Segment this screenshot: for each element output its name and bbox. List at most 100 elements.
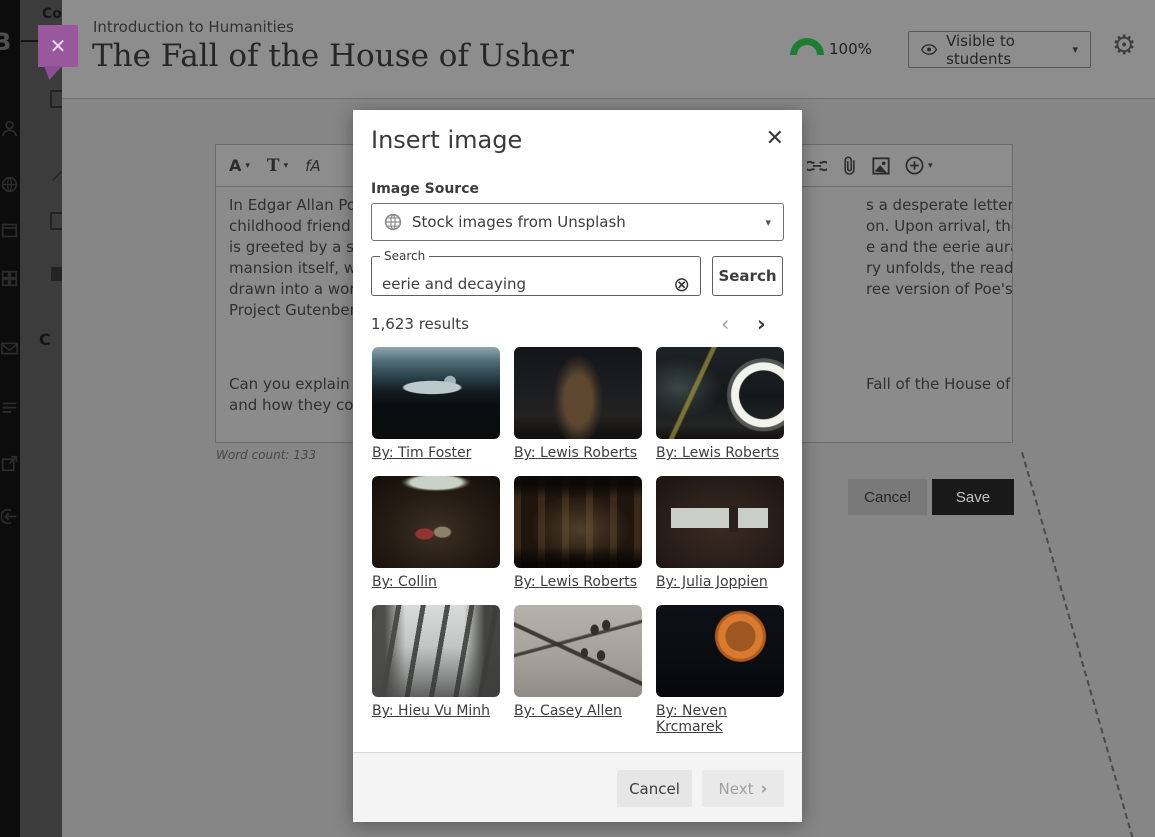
organizations-icon[interactable] — [1, 270, 18, 287]
stock-image-thumbnail[interactable] — [372, 347, 500, 439]
search-field-label: Search — [380, 249, 429, 263]
tour-close-button[interactable]: ✕ — [38, 25, 78, 67]
editor-save-button[interactable]: Save — [932, 479, 1014, 515]
external-tools-icon[interactable] — [1, 455, 18, 472]
search-input[interactable] — [382, 275, 652, 293]
stock-image-thumbnail[interactable] — [656, 605, 784, 697]
document-icon — [50, 90, 62, 108]
attribution-link[interactable]: By: Casey Allen — [514, 703, 622, 719]
font-icon: T — [267, 156, 280, 176]
image-source-select[interactable]: Stock images from Unsplash ▾ — [371, 203, 784, 241]
text-style-button[interactable]: A▾ — [229, 156, 250, 175]
globe-icon — [384, 213, 402, 231]
image-result: By: Neven Krcmarek — [656, 605, 784, 721]
completion-percent: 100% — [829, 40, 872, 58]
chevron-down-icon: ▾ — [928, 161, 933, 171]
insert-image-icon[interactable] — [872, 157, 890, 175]
pen-icon — [50, 168, 62, 182]
chevron-down-icon: ▾ — [1072, 43, 1078, 56]
attribution-link[interactable]: By: Lewis Roberts — [656, 445, 779, 461]
gear-icon[interactable]: ⚙ — [1112, 30, 1136, 61]
modal-cancel-button[interactable]: Cancel — [617, 770, 692, 807]
font-size-icon: fA — [305, 157, 321, 175]
modal-footer: Cancel Next › — [353, 752, 802, 822]
attribution-link[interactable]: By: Lewis Roberts — [514, 445, 637, 461]
link-icon[interactable] — [807, 159, 827, 173]
stock-image-thumbnail[interactable] — [514, 476, 642, 568]
attribution-link[interactable]: By: Neven Krcmarek — [656, 703, 784, 735]
word-count: Word count: 133 — [216, 448, 316, 462]
panel-heading-fragment: C — [39, 330, 51, 349]
image-result: By: Lewis Roberts — [656, 347, 784, 463]
editor-paragraph1-right[interactable]: s a desperate letter from hison. Upon ar… — [866, 195, 1012, 300]
editor-cancel-button[interactable]: Cancel — [848, 479, 927, 515]
page-title: The Fall of the House of Usher — [92, 38, 574, 74]
modal-next-button[interactable]: Next › — [702, 770, 784, 807]
globe-icon[interactable] — [1, 176, 18, 193]
sign-out-icon[interactable] — [1, 508, 18, 525]
font-size-button[interactable]: fA — [305, 157, 321, 175]
breadcrumb[interactable]: Introduction to Humanities — [93, 18, 294, 36]
clear-search-icon[interactable]: ⊗ — [673, 274, 690, 294]
close-icon[interactable]: ✕ — [766, 128, 784, 150]
chevron-down-icon: ▾ — [765, 216, 771, 229]
document-icon — [50, 212, 62, 230]
visibility-label: Visible to students — [946, 32, 1063, 68]
next-page-icon[interactable]: › — [757, 312, 766, 336]
results-count: 1,623 results — [371, 315, 469, 333]
flag-icon — [50, 266, 62, 282]
tour-pointer-line — [21, 40, 38, 42]
editor-paragraph2-right[interactable]: Fall of the House of Usher" — [866, 374, 1012, 395]
attachment-icon[interactable] — [842, 156, 857, 175]
image-results-grid: By: Tim Foster By: Lewis Roberts By: Lew… — [372, 347, 784, 721]
image-result: By: Julia Joppien — [656, 476, 784, 592]
attribution-link[interactable]: By: Lewis Roberts — [514, 574, 637, 590]
decorative-dotted-line — [1021, 452, 1133, 837]
chevron-right-icon: › — [760, 779, 767, 799]
eye-icon — [921, 43, 937, 56]
text-style-icon: A — [229, 156, 241, 175]
app-navigation-rail: B — [0, 0, 20, 837]
search-button[interactable]: Search — [712, 256, 783, 296]
attribution-link[interactable]: By: Tim Foster — [372, 445, 471, 461]
course-panel-edge: Co C — [20, 0, 62, 837]
editor-paragraph1-left[interactable]: In Edgar Allan Poe'schildhood friend Roi… — [229, 195, 356, 321]
image-result: By: Tim Foster — [372, 347, 500, 463]
stock-image-thumbnail[interactable] — [656, 347, 784, 439]
activity-stream-icon[interactable] — [1, 400, 18, 417]
completion-gauge — [790, 38, 824, 55]
image-result: By: Collin — [372, 476, 500, 592]
attribution-link[interactable]: By: Julia Joppien — [656, 574, 768, 590]
image-result: By: Hieu Vu Minh — [372, 605, 500, 721]
image-source-value: Stock images from Unsplash — [412, 213, 626, 231]
messages-icon[interactable] — [1, 340, 18, 357]
image-result: By: Lewis Roberts — [514, 476, 642, 592]
next-button-label: Next — [719, 780, 754, 798]
plus-circle-icon — [905, 156, 924, 175]
stock-image-thumbnail[interactable] — [372, 605, 500, 697]
profile-icon[interactable] — [1, 120, 18, 137]
blackboard-logo: B — [0, 28, 11, 56]
close-icon: ✕ — [50, 34, 67, 58]
chevron-down-icon: ▾ — [245, 161, 250, 171]
insert-content-button[interactable]: ▾ — [905, 156, 933, 175]
stock-image-thumbnail[interactable] — [656, 476, 784, 568]
courses-icon[interactable] — [1, 222, 18, 239]
insert-image-modal: Insert image ✕ Image Source Stock images… — [353, 110, 802, 822]
page-header: Introduction to Humanities The Fall of t… — [62, 0, 1155, 99]
modal-title: Insert image — [371, 126, 522, 154]
stock-image-thumbnail[interactable] — [372, 476, 500, 568]
stock-image-thumbnail[interactable] — [514, 605, 642, 697]
image-result: By: Lewis Roberts — [514, 347, 642, 463]
attribution-link[interactable]: By: Collin — [372, 574, 437, 590]
visibility-dropdown[interactable]: Visible to students ▾ — [908, 31, 1091, 68]
image-result: By: Casey Allen — [514, 605, 642, 721]
attribution-link[interactable]: By: Hieu Vu Minh — [372, 703, 490, 719]
editor-paragraph2-left[interactable]: Can you explain theand how they contr — [229, 374, 356, 416]
previous-page-icon[interactable]: ‹ — [721, 312, 729, 336]
panel-heading-fragment: Co — [42, 6, 62, 22]
search-field: Search ⊗ — [371, 249, 701, 296]
stock-image-thumbnail[interactable] — [514, 347, 642, 439]
chevron-down-icon: ▾ — [284, 161, 289, 171]
font-button[interactable]: T▾ — [267, 156, 288, 176]
